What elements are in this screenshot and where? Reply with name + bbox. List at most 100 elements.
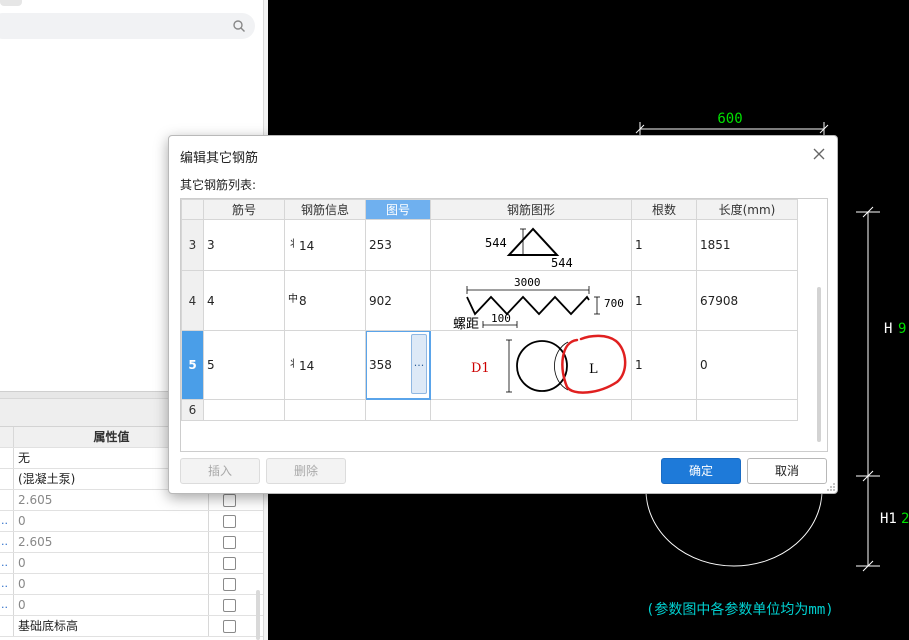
- column-header-info[interactable]: 钢筋信息: [284, 199, 366, 220]
- rebar-diameter: 14: [299, 238, 315, 253]
- cell-tuhao[interactable]: 253: [365, 219, 431, 271]
- property-checkbox[interactable]: [223, 557, 236, 570]
- grid-scrollbar[interactable]: [817, 287, 821, 442]
- property-marker[interactable]: [0, 448, 14, 468]
- cell-info[interactable]: [284, 399, 366, 421]
- triangle-left-dim: 544: [485, 236, 507, 250]
- property-marker[interactable]: ..: [0, 553, 14, 573]
- row-header[interactable]: 4: [181, 270, 204, 331]
- property-checkbox[interactable]: [223, 494, 236, 507]
- ok-button[interactable]: 确定: [661, 458, 741, 484]
- column-header-jinhao[interactable]: 筋号: [203, 199, 285, 220]
- column-header-count[interactable]: 根数: [631, 199, 697, 220]
- cell-info[interactable]: 丬14: [284, 219, 366, 271]
- cell-info[interactable]: 丬14: [284, 330, 366, 400]
- property-row[interactable]: .. 0: [0, 574, 263, 595]
- cell-shape[interactable]: 544 544: [430, 219, 632, 271]
- property-check-cell: [210, 532, 256, 552]
- spiral-rebar-shape: 3000 700 100 螺距: [453, 276, 624, 330]
- tuhao-value[interactable]: 358: [369, 358, 392, 372]
- property-marker[interactable]: ..: [0, 532, 14, 552]
- dim-h-label: H: [884, 321, 892, 337]
- row-header[interactable]: 3: [181, 219, 204, 271]
- cell-info[interactable]: 中8: [284, 270, 366, 331]
- table-row[interactable]: 3 3 丬14 253 544 544 1 1851: [181, 219, 798, 271]
- cell-tuhao[interactable]: 902: [365, 270, 431, 331]
- property-checkbox[interactable]: [223, 599, 236, 612]
- insert-button[interactable]: 插入: [180, 458, 260, 484]
- cell-shape[interactable]: 3000 700 100 螺距: [430, 270, 632, 331]
- property-row[interactable]: .. 0: [0, 511, 263, 532]
- property-checkbox[interactable]: [223, 536, 236, 549]
- circle-d-label: D1: [471, 361, 490, 376]
- dimension-top: 600: [635, 111, 829, 136]
- search-input[interactable]: [0, 13, 255, 39]
- rebar-grade-icon: 丬: [288, 238, 298, 250]
- property-row[interactable]: 基础底标高: [0, 616, 263, 637]
- property-checkbox[interactable]: [223, 620, 236, 633]
- triangle-bottom-dim: 544: [551, 256, 573, 270]
- rebar-list-label: 其它钢筋列表:: [180, 178, 257, 192]
- property-scrollbar[interactable]: [256, 590, 260, 640]
- dimension-right: H 9 H1 2: [856, 206, 909, 572]
- shape-picker-button[interactable]: ...: [411, 334, 427, 394]
- cancel-button[interactable]: 取消: [747, 458, 827, 484]
- cell-length[interactable]: 67908: [696, 270, 798, 331]
- search-icon[interactable]: [232, 19, 246, 33]
- cell-length[interactable]: [696, 399, 798, 421]
- dim-top-label: 600: [717, 111, 742, 127]
- property-marker[interactable]: [0, 616, 14, 636]
- close-icon[interactable]: [810, 145, 828, 163]
- column-header-length[interactable]: 长度(mm): [696, 199, 798, 220]
- rebar-header-row: 筋号 钢筋信息 图号 钢筋图形 根数 长度(mm): [181, 199, 798, 220]
- cell-shape[interactable]: [430, 399, 632, 421]
- property-marker[interactable]: ..: [0, 595, 14, 615]
- resize-grip-icon[interactable]: [826, 482, 836, 492]
- property-marker[interactable]: [0, 490, 14, 510]
- cell-count[interactable]: [631, 399, 697, 421]
- cell-jinhao[interactable]: [203, 399, 285, 421]
- cell-jinhao[interactable]: 5: [203, 330, 285, 400]
- property-checkbox[interactable]: [223, 515, 236, 528]
- cell-count[interactable]: 1: [631, 330, 697, 400]
- property-value[interactable]: 0: [15, 553, 209, 573]
- property-marker[interactable]: [0, 469, 14, 489]
- property-row[interactable]: .. 2.605: [0, 532, 263, 553]
- table-row[interactable]: 6: [181, 399, 798, 421]
- row-header[interactable]: 6: [181, 399, 204, 421]
- rebar-grid: 筋号 钢筋信息 图号 钢筋图形 根数 长度(mm) 3 3 丬14 253 54…: [180, 198, 828, 452]
- dim-h1-value: 2: [901, 511, 909, 527]
- edit-other-rebar-dialog: 编辑其它钢筋 其它钢筋列表: 筋号 钢筋信息 图号 钢筋图形 根数 长度(mm): [168, 135, 838, 494]
- top-tab-stub[interactable]: [0, 0, 22, 6]
- cell-jinhao[interactable]: 4: [203, 270, 285, 331]
- property-value[interactable]: 0: [15, 595, 209, 615]
- table-row-active[interactable]: 5 5 丬14 358 ... D1 L 1 0: [181, 330, 798, 400]
- property-marker[interactable]: ..: [0, 511, 14, 531]
- property-marker[interactable]: ..: [0, 574, 14, 594]
- corner-cell[interactable]: [181, 199, 204, 220]
- column-header-shape[interactable]: 钢筋图形: [430, 199, 632, 220]
- property-value[interactable]: 0: [15, 511, 209, 531]
- property-value[interactable]: 2.605: [15, 532, 209, 552]
- property-row[interactable]: .. 0: [0, 595, 263, 616]
- triangle-rebar-shape: 544 544: [485, 227, 573, 270]
- property-checkbox[interactable]: [223, 578, 236, 591]
- cell-shape[interactable]: D1 L: [430, 330, 632, 400]
- property-row[interactable]: .. 0: [0, 553, 263, 574]
- property-value[interactable]: 0: [15, 574, 209, 594]
- delete-button[interactable]: 删除: [266, 458, 346, 484]
- row-header[interactable]: 5: [181, 330, 204, 400]
- cell-count[interactable]: 1: [631, 270, 697, 331]
- cell-tuhao[interactable]: [365, 399, 431, 421]
- cell-tuhao-editing[interactable]: 358 ...: [365, 330, 431, 400]
- table-row[interactable]: 4 4 中8 902 3000 700 100 螺距 1 67908: [181, 270, 798, 331]
- column-header-tuhao[interactable]: 图号: [365, 199, 431, 220]
- cell-count[interactable]: 1: [631, 219, 697, 271]
- property-check-cell: [210, 595, 256, 615]
- property-value[interactable]: 基础底标高: [15, 616, 209, 636]
- rebar-diameter: 14: [299, 358, 315, 373]
- cell-jinhao[interactable]: 3: [203, 219, 285, 271]
- cell-length[interactable]: 1851: [696, 219, 798, 271]
- cell-length[interactable]: 0: [696, 330, 798, 400]
- parameter-unit-note: (参数图中各参数单位均为mm): [646, 601, 834, 618]
